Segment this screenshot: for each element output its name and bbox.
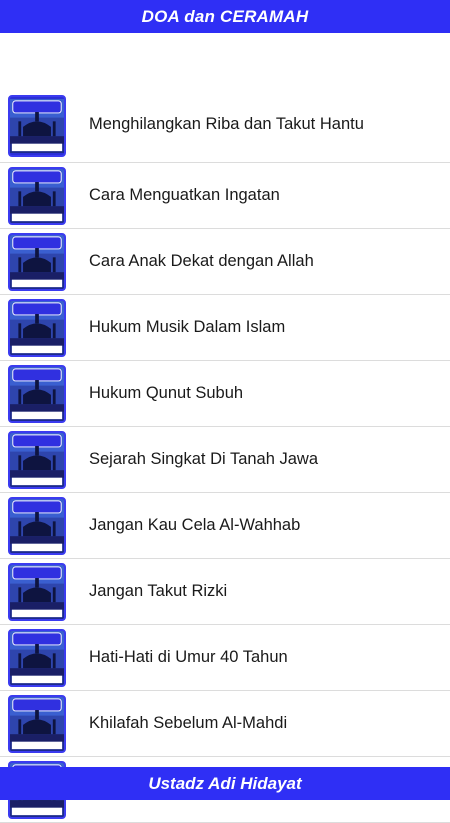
lecture-thumbnail-icon (8, 629, 66, 687)
list-item[interactable]: Jangan Takut Rizki (0, 559, 450, 625)
lecture-thumbnail-icon (8, 431, 66, 489)
list-item[interactable]: Cara Anak Dekat dengan Allah (0, 229, 450, 295)
list-item-label: Sejarah Singkat Di Tanah Jawa (89, 450, 319, 468)
footer-title: Ustadz Adi Hidayat (148, 773, 302, 793)
list-item-label: Khilafah Sebelum Al-Mahdi (89, 714, 288, 732)
lecture-thumbnail-icon (8, 695, 66, 753)
lecture-thumbnail-icon (8, 167, 66, 225)
list-item-label: Cara Anak Dekat dengan Allah (89, 252, 314, 270)
list-item[interactable]: Sejarah Singkat Di Tanah Jawa (0, 427, 450, 493)
lecture-thumbnail-icon (8, 497, 66, 555)
list-item-label: Hati-Hati di Umur 40 Tahun (89, 648, 288, 666)
list-item-label: Cara Menguatkan Ingatan (89, 186, 280, 204)
list-item-label: Menghilangkan Riba dan Takut Hantu (89, 115, 364, 133)
lecture-list: Menghilangkan Riba dan Takut Hantu Cara … (0, 95, 450, 823)
list-item[interactable]: Hukum Qunut Subuh (0, 361, 450, 427)
list-item[interactable]: Khilafah Sebelum Al-Mahdi (0, 691, 450, 757)
list-item-label: Hukum Qunut Subuh (89, 384, 244, 402)
list-item-label: Hukum Musik Dalam Islam (89, 318, 286, 336)
lecture-thumbnail-icon (8, 365, 66, 423)
list-item[interactable]: Jangan Kau Cela Al-Wahhab (0, 493, 450, 559)
app-title-bar: DOA dan CERAMAH (0, 0, 450, 33)
list-item[interactable]: Menghilangkan Riba dan Takut Hantu (0, 95, 450, 163)
lecture-thumbnail-icon (8, 95, 66, 157)
lecture-thumbnail-icon (8, 233, 66, 291)
app-title: DOA dan CERAMAH (141, 6, 309, 26)
list-item[interactable]: Hati-Hati di Umur 40 Tahun (0, 625, 450, 691)
list-item-label: Jangan Takut Rizki (89, 582, 228, 600)
footer-banner: Ustadz Adi Hidayat (0, 767, 450, 800)
lecture-thumbnail-icon (8, 563, 66, 621)
list-item[interactable]: Cara Menguatkan Ingatan (0, 163, 450, 229)
lecture-thumbnail-icon (8, 299, 66, 357)
list-item-label: Jangan Kau Cela Al-Wahhab (89, 516, 301, 534)
list-item[interactable]: Hukum Musik Dalam Islam (0, 295, 450, 361)
